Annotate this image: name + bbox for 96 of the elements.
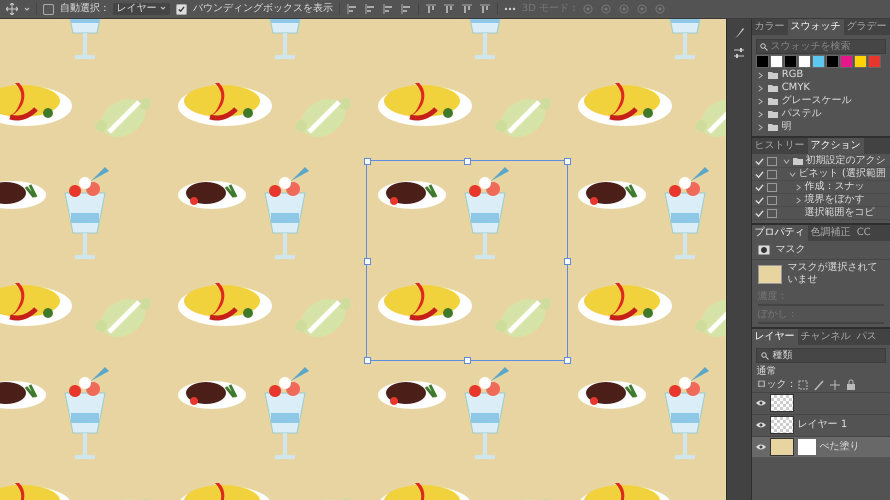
action-label[interactable]: 境界をぼかす xyxy=(804,194,865,206)
color-swatch[interactable] xyxy=(756,55,769,68)
folder-icon xyxy=(768,84,778,92)
action-label[interactable]: ビネット (選択範囲 xyxy=(798,168,886,180)
folder-icon xyxy=(768,97,778,105)
color-swatch[interactable] xyxy=(784,55,797,68)
panel-tab[interactable]: カラー xyxy=(752,19,788,35)
folder-icon xyxy=(768,71,778,79)
distribute-icon[interactable] xyxy=(442,3,455,15)
dialog-toggle-icon[interactable] xyxy=(766,156,777,166)
auto-select-label: 自動選択 : xyxy=(60,3,107,15)
mask-icon xyxy=(758,244,770,256)
disclosure-caret-icon[interactable] xyxy=(756,98,764,104)
caret-icon xyxy=(160,5,166,11)
layer-thumbnail xyxy=(770,416,794,434)
layer-row[interactable]: レイヤー 1 xyxy=(752,414,890,435)
move-tool-icon[interactable] xyxy=(6,3,18,15)
folder-icon xyxy=(792,157,803,165)
check-icon[interactable] xyxy=(754,196,764,204)
search-icon xyxy=(760,42,768,50)
color-swatch[interactable] xyxy=(868,55,881,68)
panel-tab[interactable]: スウォッチ xyxy=(788,19,844,35)
layer-row[interactable] xyxy=(752,392,890,413)
disclosure-caret-icon[interactable] xyxy=(756,72,764,78)
lock-icon[interactable] xyxy=(845,379,858,391)
layer-name[interactable]: べた塗り xyxy=(820,441,860,453)
check-icon[interactable] xyxy=(754,156,764,166)
layer-thumbnail xyxy=(770,394,794,412)
eye-icon[interactable] xyxy=(756,421,766,429)
auto-select-checkbox[interactable] xyxy=(43,4,54,14)
panel-tab[interactable]: ヒストリー xyxy=(752,138,808,154)
lock-pixels-icon[interactable] xyxy=(797,379,810,391)
swatch-group-label[interactable]: グレースケール xyxy=(782,95,852,107)
action-label[interactable]: 作成 : スナッ xyxy=(804,181,864,193)
panel-tab[interactable]: CC xyxy=(854,225,874,241)
color-swatch[interactable] xyxy=(770,55,783,68)
swatch-group-label[interactable]: RGB xyxy=(782,69,804,81)
layer-row[interactable]: べた塗り xyxy=(752,436,890,457)
disclosure-caret-icon[interactable] xyxy=(794,196,802,204)
disclosure-caret-icon[interactable] xyxy=(756,84,764,92)
panel-tab[interactable]: チャンネル xyxy=(798,329,854,345)
layer-filter-dropdown[interactable]: 種類 xyxy=(756,348,886,363)
disclosure-caret-icon[interactable] xyxy=(756,110,764,118)
sliders-icon[interactable] xyxy=(732,47,745,59)
check-icon[interactable] xyxy=(754,182,764,192)
check-icon[interactable] xyxy=(754,208,764,218)
mask-label: マスク xyxy=(776,244,806,256)
folder-icon xyxy=(768,123,778,131)
blend-mode-dropdown[interactable]: 通常 xyxy=(756,366,777,378)
dialog-toggle-icon[interactable] xyxy=(766,208,777,218)
color-swatch[interactable] xyxy=(798,55,811,68)
disclosure-caret-icon[interactable] xyxy=(756,124,764,130)
panel-tab[interactable]: レイヤー xyxy=(752,329,798,345)
eye-icon[interactable] xyxy=(756,443,766,451)
eye-icon[interactable] xyxy=(756,399,766,407)
panel-tab[interactable]: パス xyxy=(854,329,880,345)
swatch-group-label[interactable]: CMYK xyxy=(782,82,810,94)
dialog-toggle-icon[interactable] xyxy=(766,196,777,204)
mask-thumbnail xyxy=(798,439,816,455)
align-icon[interactable] xyxy=(346,3,358,15)
distribute-icon[interactable] xyxy=(478,3,491,15)
distribute-icon[interactable] xyxy=(424,3,437,15)
action-label[interactable]: 初期設定のアクシ xyxy=(806,155,886,167)
swatch-search-field[interactable]: スウォッチを検索 xyxy=(756,39,886,54)
color-swatch[interactable] xyxy=(826,55,839,68)
search-icon xyxy=(760,352,769,360)
swatch-group-label[interactable]: パステル xyxy=(782,108,822,120)
bounding-box-label: バウンディングボックスを表示 xyxy=(192,3,333,15)
panel-tab[interactable]: グラデー xyxy=(844,19,890,35)
dialog-toggle-icon[interactable] xyxy=(766,170,777,178)
bounding-box-checkbox[interactable] xyxy=(176,4,187,14)
mask-thumbnail xyxy=(758,264,782,284)
align-icon[interactable] xyxy=(400,3,412,15)
distribute-icon[interactable] xyxy=(460,3,473,15)
folder-icon xyxy=(768,110,778,118)
dialog-toggle-icon[interactable] xyxy=(766,182,777,192)
align-icon[interactable] xyxy=(364,3,376,15)
panel-tab[interactable]: 色調補正 xyxy=(808,225,854,241)
check-icon[interactable] xyxy=(754,170,764,178)
fill-thumbnail xyxy=(770,438,794,456)
lock-label: ロック : xyxy=(756,379,794,391)
target-dropdown[interactable]: レイヤー xyxy=(112,3,170,15)
color-swatch[interactable] xyxy=(840,55,853,68)
color-swatch[interactable] xyxy=(854,55,867,68)
action-label[interactable]: 選択範囲をコピ xyxy=(804,207,875,219)
panel-tab[interactable]: アクション xyxy=(808,138,864,154)
disclosure-caret-icon[interactable] xyxy=(782,158,790,164)
align-icon[interactable] xyxy=(382,3,394,15)
color-swatch[interactable] xyxy=(812,55,825,68)
panel-tab[interactable]: プロパティ xyxy=(752,225,808,241)
swatch-group-label[interactable]: 明 xyxy=(782,121,792,133)
layer-name[interactable]: レイヤー 1 xyxy=(798,419,848,431)
disclosure-caret-icon[interactable] xyxy=(788,170,796,178)
selection-box[interactable] xyxy=(366,160,568,361)
disclosure-caret-icon[interactable] xyxy=(794,184,802,190)
mask-message: マスクが選択されていませ xyxy=(788,262,879,286)
